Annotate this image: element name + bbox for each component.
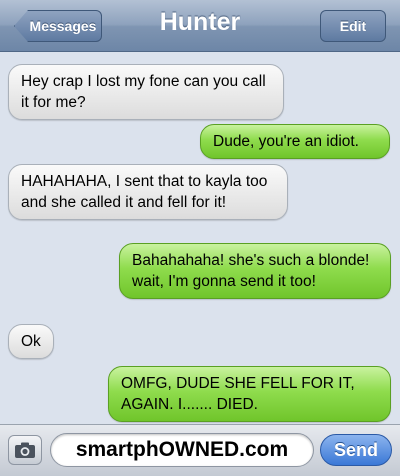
message-bubble-outgoing: Dude, you're an idiot. — [200, 124, 390, 159]
camera-icon — [15, 442, 35, 458]
message-composer: smartphOWNED.com Send — [0, 424, 400, 476]
navigation-bar: Messages Hunter Edit — [0, 0, 400, 52]
message-input[interactable]: smartphOWNED.com — [50, 433, 314, 467]
camera-button[interactable] — [8, 435, 42, 465]
message-bubble-outgoing: OMFG, DUDE SHE FELL FOR IT, AGAIN. I....… — [108, 366, 391, 422]
send-button[interactable]: Send — [320, 434, 392, 466]
message-bubble-incoming: HAHAHAHA, I sent that to kayla too and s… — [8, 164, 288, 220]
message-bubble-incoming: Hey crap I lost my fone can you call it … — [8, 64, 284, 120]
message-bubble-outgoing: Bahahahaha! she's such a blonde! wait, I… — [119, 243, 391, 299]
edit-button[interactable]: Edit — [320, 10, 386, 42]
message-bubble-incoming: Ok — [8, 324, 54, 359]
